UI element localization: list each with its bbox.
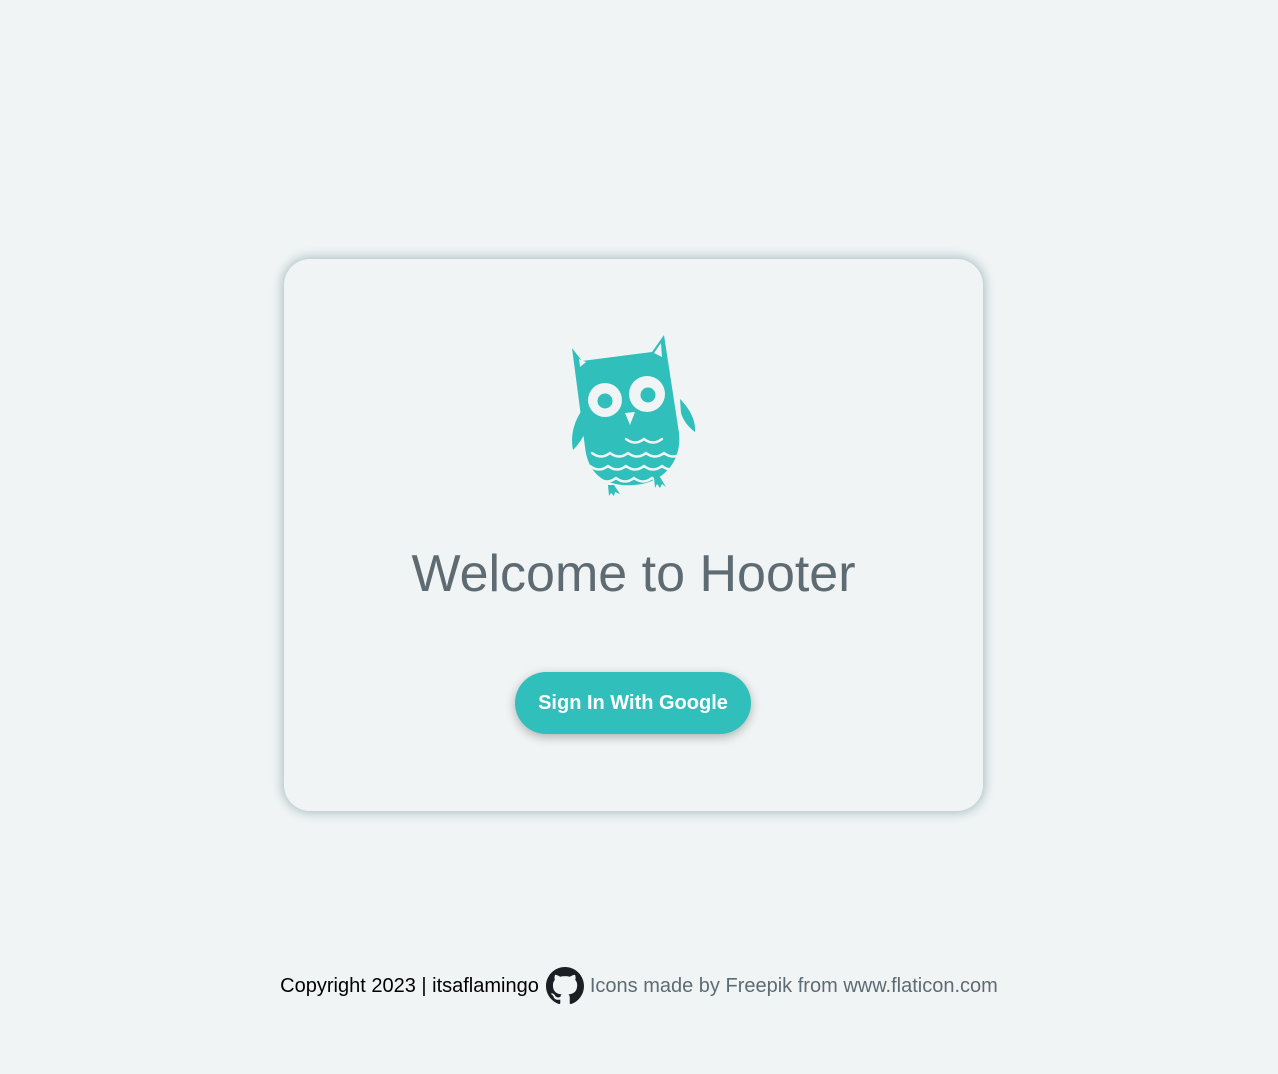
owl-icon	[572, 335, 696, 496]
freepik-link[interactable]: Freepik	[725, 975, 792, 997]
page-title: Welcome to Hooter	[411, 545, 856, 603]
icon-credits: Icons made by Freepik from www.flaticon.…	[590, 975, 998, 998]
login-card: Welcome to Hooter Sign In With Google	[284, 259, 983, 811]
credits-middle: from	[797, 974, 838, 997]
sign-in-with-google-button[interactable]: Sign In With Google	[515, 672, 751, 734]
flaticon-link[interactable]: www.flaticon.com	[843, 975, 998, 997]
credits-prefix: Icons made by	[589, 974, 720, 997]
copyright-text: Copyright 2023 | itsaflamingo	[280, 974, 539, 997]
footer: Copyright 2023 | itsaflamingo Icons made…	[0, 966, 1278, 1006]
github-icon[interactable]	[545, 967, 584, 1005]
